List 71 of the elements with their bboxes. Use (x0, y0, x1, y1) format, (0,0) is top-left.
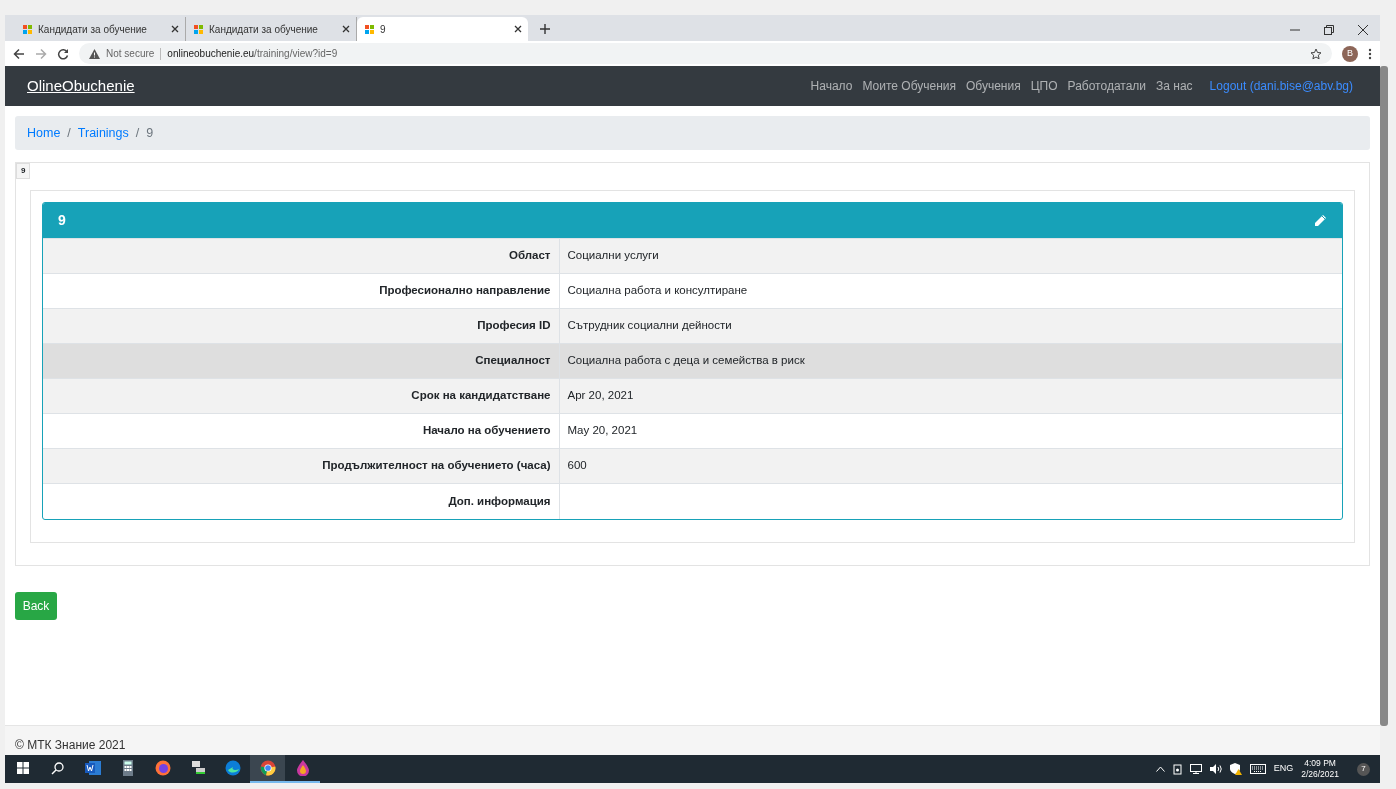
logout-link[interactable]: Logout (dani.bise@abv.bg) (1197, 77, 1358, 95)
favicon-icon (23, 24, 32, 34)
more-menu-icon[interactable] (1368, 47, 1372, 60)
wave-circle-icon (224, 760, 241, 776)
browser-tab[interactable]: 9 (357, 17, 528, 41)
back-arrow-icon[interactable] (13, 47, 25, 60)
breadcrumb-current: 9 (146, 124, 154, 142)
star-icon[interactable] (1310, 47, 1322, 60)
close-icon[interactable] (342, 25, 350, 33)
nav-link[interactable]: За нас (1151, 77, 1198, 95)
favicon-icon (194, 24, 203, 34)
close-icon[interactable] (514, 25, 522, 33)
page-tag: 9 (16, 163, 31, 179)
field-value: Социална работа с деца и семейства в риск (559, 343, 1342, 379)
close-icon[interactable] (1358, 25, 1368, 35)
address-bar[interactable]: Not secure onlineobuchenie.eu/training/view?id=9 (79, 43, 1332, 64)
field-value: Сътрудник социални дейности (559, 308, 1342, 344)
close-icon[interactable] (171, 25, 179, 33)
favicon-icon (365, 24, 374, 34)
restore-icon[interactable] (1324, 25, 1334, 35)
field-label: Продължителност на обучението (часа) (43, 448, 559, 484)
taskbar-app[interactable] (250, 755, 285, 783)
field-label: Срок на кандидатстване (43, 378, 559, 414)
security-label: Not secure (106, 47, 155, 61)
breadcrumb-separator: / (135, 124, 140, 142)
scrollbar-thumb[interactable] (1380, 66, 1388, 726)
field-label: Специалност (43, 343, 559, 379)
document-icon (84, 760, 101, 776)
nav-link[interactable]: ЦПО (1025, 77, 1063, 95)
field-label: Доп. информация (43, 483, 559, 519)
windows-logo-icon (16, 762, 29, 774)
notification-count[interactable]: 7 (1357, 762, 1370, 776)
nav-link[interactable]: Работодатали (1062, 77, 1152, 95)
back-button[interactable]: Back (15, 591, 57, 620)
chevron-up-icon[interactable] (1155, 766, 1165, 772)
card-title: 9 (58, 211, 66, 230)
breadcrumb-link[interactable]: Home (27, 123, 61, 143)
field-value: Apr 20, 2021 (559, 378, 1342, 414)
breadcrumb-link[interactable]: Trainings (77, 123, 129, 143)
drop-icon (294, 760, 311, 776)
device-icon[interactable] (1172, 763, 1182, 775)
field-label: Област (43, 238, 559, 274)
field-value: Социални услуги (559, 238, 1342, 274)
shield-warning-icon[interactable] (1229, 763, 1242, 775)
copyright-text: © МТК Знание 2021 (15, 737, 126, 754)
forward-arrow-icon (35, 47, 47, 60)
computers-icon (189, 760, 206, 776)
fox-globe-icon (154, 760, 171, 776)
warning-icon (89, 48, 100, 59)
search-icon (51, 761, 64, 775)
new-tab-icon[interactable] (540, 24, 550, 34)
breadcrumb-separator: / (67, 124, 71, 142)
clock-date: 2/26/2021 (1301, 769, 1339, 781)
reload-icon[interactable] (57, 47, 69, 60)
speaker-icon[interactable] (1209, 764, 1222, 774)
field-label: Професия ID (43, 308, 559, 344)
browser-tab[interactable]: Кандидати за обучение (15, 17, 186, 41)
field-value: 600 (559, 448, 1342, 484)
nav-link[interactable]: Моите Обучения (857, 77, 961, 95)
nav-link[interactable]: Обучения (961, 77, 1026, 95)
monitor-icon[interactable] (1189, 764, 1202, 774)
language-indicator[interactable]: ENG (1273, 762, 1294, 776)
browser-circle-icon (259, 760, 276, 776)
url-text: onlineobuchenie.eu/training/view?id=9 (167, 47, 338, 61)
profile-avatar[interactable]: B (1342, 45, 1358, 62)
clock-time: 4:09 PM (1303, 757, 1337, 769)
nav-link[interactable]: Начало (805, 77, 858, 95)
pencil-icon[interactable] (1314, 214, 1327, 227)
keyboard-icon[interactable] (1249, 764, 1266, 774)
brand-link[interactable]: OlineObuchenie (27, 74, 135, 98)
clock[interactable]: 4:09 PM 2/26/2021 (1301, 757, 1339, 781)
